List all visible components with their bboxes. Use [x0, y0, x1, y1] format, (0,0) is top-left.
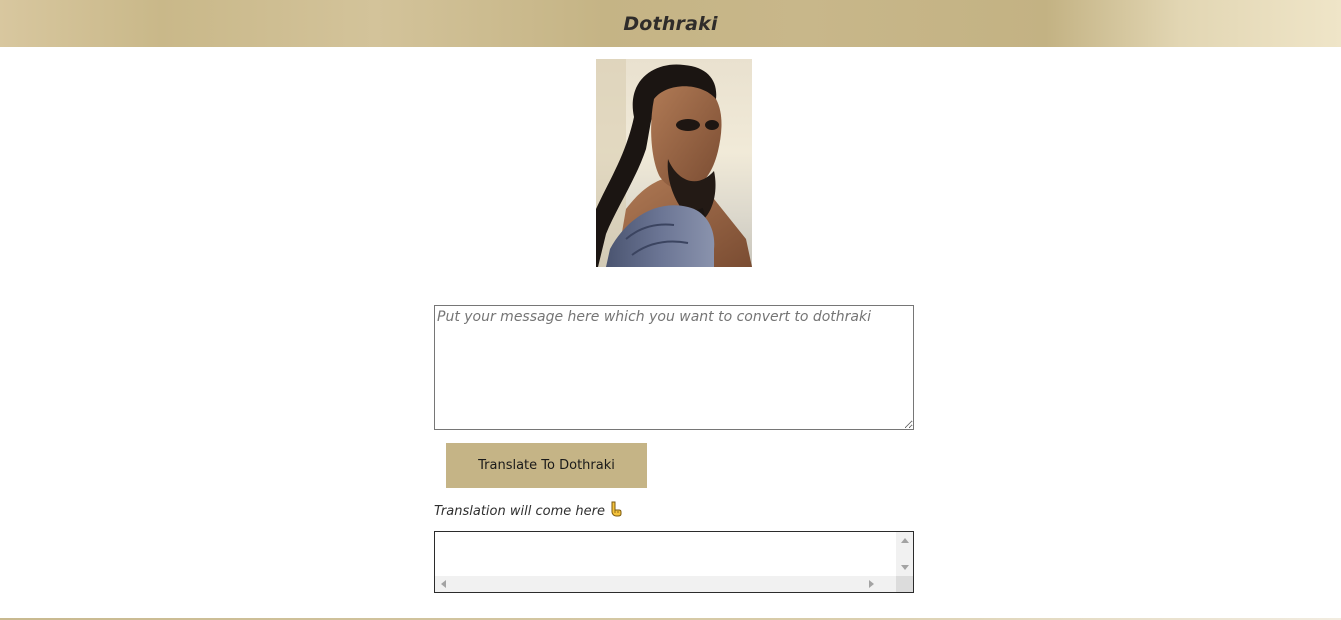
translation-output[interactable]: [434, 531, 914, 593]
scroll-down-icon[interactable]: [901, 565, 909, 570]
translate-button[interactable]: Translate To Dothraki: [446, 443, 647, 488]
translation-label-text: Translation will come here: [434, 503, 605, 519]
message-input[interactable]: [434, 305, 914, 430]
scroll-left-icon[interactable]: [441, 580, 446, 588]
pointing-down-icon: [609, 501, 622, 521]
vertical-scrollbar[interactable]: [896, 532, 913, 576]
horizontal-scrollbar[interactable]: [435, 576, 896, 592]
scroll-up-icon[interactable]: [901, 538, 909, 543]
header: Dothraki: [0, 0, 1341, 47]
scrollbar-corner: [896, 576, 913, 592]
portrait-image: [596, 59, 752, 267]
translation-label: Translation will come here: [434, 501, 622, 521]
portrait-icon: [596, 59, 752, 267]
scroll-right-icon[interactable]: [869, 580, 874, 588]
page-title: Dothraki: [623, 12, 718, 35]
